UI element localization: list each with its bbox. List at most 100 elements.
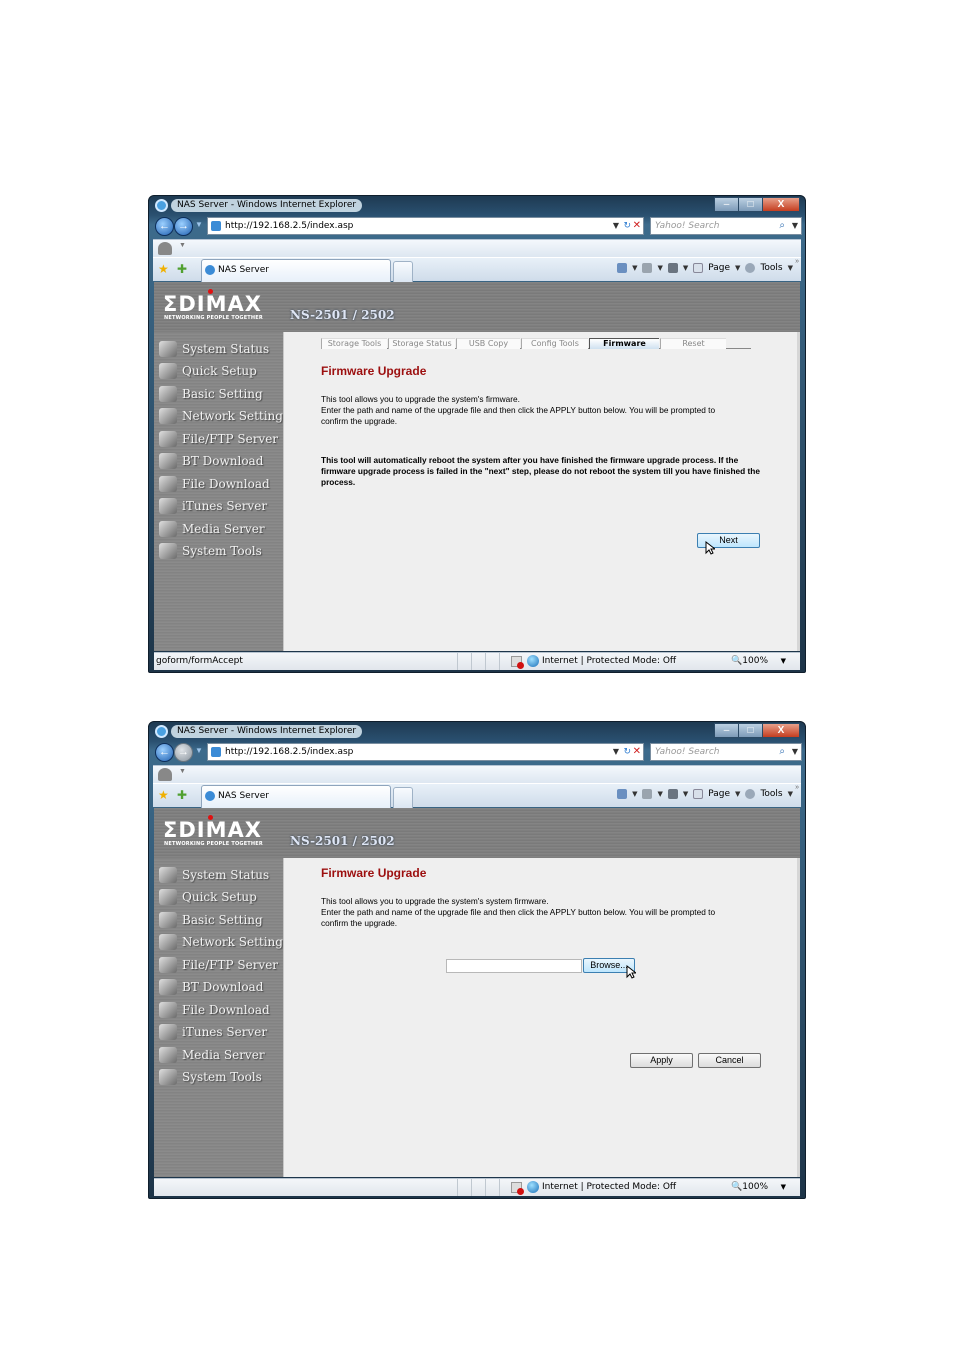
sidebar-item-media-server[interactable]: Media Server [159, 1045, 265, 1065]
search-icon[interactable]: ⌕ [779, 218, 785, 234]
new-tab-button[interactable] [393, 787, 413, 808]
sidebar-item-basic-setting[interactable]: Basic Setting [159, 384, 263, 404]
chevron-down-icon[interactable]: ▼ [632, 790, 637, 798]
apply-button[interactable]: Apply [630, 1053, 693, 1068]
sidebar-item-file-download[interactable]: File Download [159, 474, 270, 494]
security-zone[interactable]: Internet | Protected Mode: Off [542, 1179, 676, 1196]
zoom-level[interactable]: 🔍100% [731, 1179, 768, 1196]
sidebar-item-system-tools[interactable]: System Tools [159, 541, 262, 561]
new-tab-button[interactable] [393, 261, 413, 282]
compatibility-icon[interactable] [158, 768, 172, 781]
main-content: Storage Tools Storage Status USB Copy Co… [283, 332, 800, 651]
sidebar-item-system-tools[interactable]: System Tools [159, 1067, 262, 1087]
stop-icon[interactable]: ✕ [633, 218, 641, 234]
url-input[interactable]: http://192.168.2.5/index.asp ▼ ↻ ✕ [207, 217, 644, 235]
feeds-icon[interactable] [642, 263, 653, 273]
url-input[interactable]: http://192.168.2.5/index.asp ▼ ↻ ✕ [207, 743, 644, 761]
home-icon[interactable] [617, 263, 628, 273]
minimize-button[interactable]: – [714, 197, 738, 212]
subtab-storage-status[interactable]: Storage Status [388, 338, 455, 349]
zoom-dropdown-icon[interactable]: ▼ [781, 1179, 786, 1196]
sidebar-item-media-server[interactable]: Media Server [159, 519, 265, 539]
home-icon[interactable] [617, 789, 628, 799]
sidebar-item-bt-download[interactable]: BT Download [159, 451, 263, 471]
sidebar-item-quick-setup[interactable]: Quick Setup [159, 887, 257, 907]
browser-window-1: NAS Server - Windows Internet Explorer –… [148, 195, 806, 673]
more-tools-icon[interactable]: » [795, 784, 799, 791]
zoom-level[interactable]: 🔍100% [731, 653, 768, 670]
logo-dot [208, 289, 213, 294]
chevron-down-icon[interactable]: ▼ [179, 768, 186, 775]
tab-nas-server[interactable]: NAS Server [201, 259, 391, 282]
maximize-button[interactable]: □ [738, 723, 762, 738]
favorites-star-icon[interactable]: ★ [158, 788, 169, 802]
sidebar-item-network-setting[interactable]: Network Setting [159, 932, 283, 952]
close-button[interactable]: X [762, 723, 800, 738]
close-button[interactable]: X [762, 197, 800, 212]
back-button[interactable]: ← [155, 217, 174, 236]
chevron-down-icon[interactable]: ▼ [683, 264, 688, 272]
chevron-down-icon[interactable]: ▼ [179, 242, 186, 249]
search-dropdown-icon[interactable]: ▼ [792, 218, 798, 234]
refresh-icon[interactable]: ↻ [623, 744, 631, 760]
sidebar-item-itunes-server[interactable]: iTunes Server [159, 1022, 267, 1042]
search-input[interactable]: Yahoo! Search ⌕ ▼ [650, 743, 802, 761]
sidebar-item-basic-setting[interactable]: Basic Setting [159, 910, 263, 930]
page-menu[interactable]: Page [708, 789, 730, 799]
popup-blocked-icon[interactable] [511, 656, 524, 669]
sidebar-item-system-status[interactable]: System Status [159, 339, 269, 359]
chevron-down-icon[interactable]: ▼ [657, 264, 662, 272]
url-dropdown-icon[interactable]: ▼ [613, 218, 619, 234]
back-button[interactable]: ← [155, 743, 174, 762]
tab-nas-server[interactable]: NAS Server [201, 785, 391, 808]
security-zone[interactable]: Internet | Protected Mode: Off [542, 653, 676, 670]
chevron-down-icon[interactable]: ▼ [683, 790, 688, 798]
subtab-reset[interactable]: Reset [660, 338, 726, 349]
search-dropdown-icon[interactable]: ▼ [792, 744, 798, 760]
tools-menu[interactable]: Tools [760, 789, 782, 799]
subtab-firmware[interactable]: Firmware [589, 338, 659, 349]
tools-menu[interactable]: Tools [760, 263, 782, 273]
feeds-icon[interactable] [642, 789, 653, 799]
more-tools-icon[interactable]: » [795, 258, 799, 265]
print-icon[interactable] [667, 789, 678, 799]
recent-pages-dropdown[interactable]: ▼ [195, 220, 203, 229]
firmware-file-input[interactable] [446, 959, 582, 973]
search-input[interactable]: Yahoo! Search ⌕ ▼ [650, 217, 802, 235]
sidebar-item-system-status[interactable]: System Status [159, 865, 269, 885]
refresh-icon[interactable]: ↻ [623, 218, 631, 234]
sidebar-item-file-ftp-server[interactable]: File/FTP Server [159, 429, 278, 449]
add-favorites-icon[interactable]: ✚ [177, 788, 187, 802]
sidebar-item-file-download[interactable]: File Download [159, 1000, 270, 1020]
recent-pages-dropdown[interactable]: ▼ [195, 746, 203, 755]
sidebar-item-network-setting[interactable]: Network Setting [159, 406, 283, 426]
favorites-star-icon[interactable]: ★ [158, 262, 169, 276]
sidebar-item-itunes-server[interactable]: iTunes Server [159, 496, 267, 516]
print-icon[interactable] [667, 263, 678, 273]
gear-icon [745, 263, 756, 273]
address-bar: ← → ▼ http://192.168.2.5/index.asp ▼ ↻ ✕… [153, 742, 802, 764]
stop-icon[interactable]: ✕ [633, 744, 641, 760]
page-title: Firmware Upgrade [321, 866, 427, 880]
subtab-usb-copy[interactable]: USB Copy [456, 338, 520, 349]
sidebar-item-quick-setup[interactable]: Quick Setup [159, 361, 257, 381]
popup-blocked-icon[interactable] [511, 1182, 524, 1195]
add-favorites-icon[interactable]: ✚ [177, 262, 187, 276]
forward-button[interactable]: → [174, 217, 193, 236]
chevron-down-icon[interactable]: ▼ [632, 264, 637, 272]
subtab-storage-tools[interactable]: Storage Tools [321, 338, 387, 349]
sidebar-item-bt-download[interactable]: BT Download [159, 977, 263, 997]
search-icon[interactable]: ⌕ [779, 744, 785, 760]
quick-setup-icon [159, 363, 177, 379]
maximize-button[interactable]: □ [738, 197, 762, 212]
chevron-down-icon[interactable]: ▼ [657, 790, 662, 798]
minimize-button[interactable]: – [714, 723, 738, 738]
page-menu[interactable]: Page [708, 263, 730, 273]
cancel-button[interactable]: Cancel [698, 1053, 761, 1068]
zoom-dropdown-icon[interactable]: ▼ [781, 653, 786, 670]
compatibility-icon[interactable] [158, 242, 172, 255]
page-icon [211, 221, 221, 231]
subtab-config-tools[interactable]: Config Tools [521, 338, 588, 349]
sidebar-item-file-ftp-server[interactable]: File/FTP Server [159, 955, 278, 975]
url-dropdown-icon[interactable]: ▼ [613, 744, 619, 760]
